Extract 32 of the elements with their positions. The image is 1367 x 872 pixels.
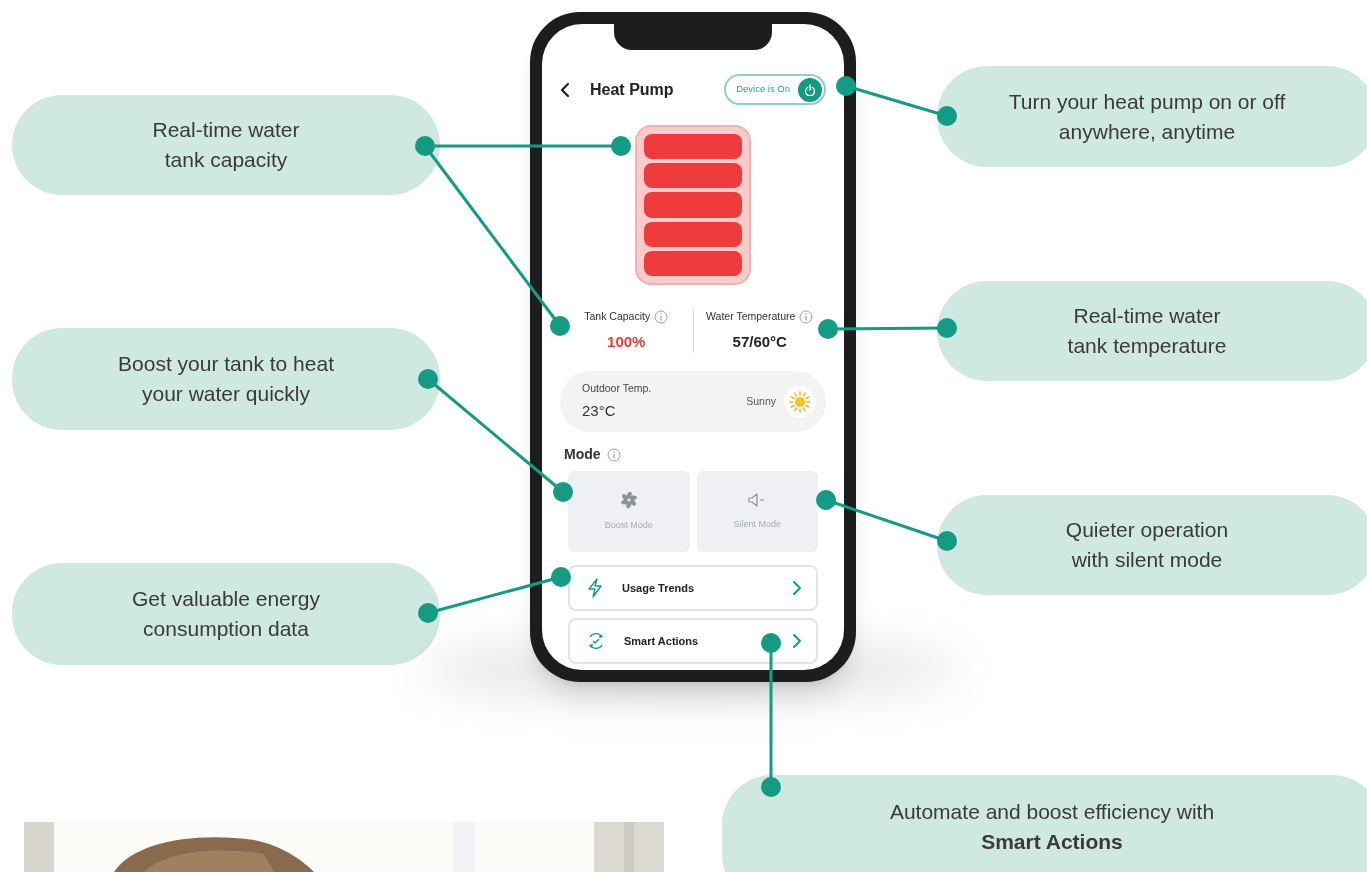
weather-condition: Sunny — [746, 393, 776, 409]
stat-label: Tank Capacity — [584, 309, 651, 324]
stat-value: 57/60°C — [732, 331, 787, 352]
menu-row[interactable]: Smart Actions — [568, 618, 818, 665]
mode-option[interactable]: Silent Mode — [696, 471, 818, 553]
callout-text: Turn your heat pump on or off anywhere, anytime — [1008, 88, 1286, 145]
callout-text: Real-time water tank capacity — [152, 117, 300, 173]
lightning-icon — [586, 578, 604, 599]
temperature-value: 23°C — [582, 401, 617, 422]
screen-title: Heat Pump — [590, 79, 674, 100]
refresh-check-icon — [586, 631, 606, 652]
section-title: Mode — [564, 445, 601, 465]
chevron-right-icon — [792, 580, 802, 597]
callout-text: Quieter operation with silent mode — [1065, 517, 1229, 573]
power-icon — [804, 83, 816, 96]
callout-text: Get valuable energy consumption data — [132, 586, 320, 642]
fan-icon — [619, 491, 638, 509]
info-icon — [654, 309, 669, 324]
info-icon — [606, 447, 621, 462]
callout-text: Boost your tank to heat your water quickly — [118, 351, 334, 407]
mode-option[interactable]: Boost Mode — [568, 471, 690, 553]
power-toggle[interactable]: Device is On — [724, 74, 826, 105]
info-icon — [799, 309, 814, 324]
sun-icon — [789, 390, 811, 413]
stat-label: Water Temperature — [706, 309, 796, 324]
callout-text: Automate and boost efficiency with Smart Actions — [889, 799, 1215, 855]
stat-value: 100% — [607, 331, 646, 352]
chevron-right-icon — [792, 633, 802, 650]
callout-text: Real-time water tank temperature — [1067, 303, 1227, 359]
weather-label: Outdoor Temp. — [582, 380, 652, 396]
menu-row[interactable]: Usage Trends — [568, 565, 818, 612]
chevron-left-icon — [560, 81, 570, 98]
